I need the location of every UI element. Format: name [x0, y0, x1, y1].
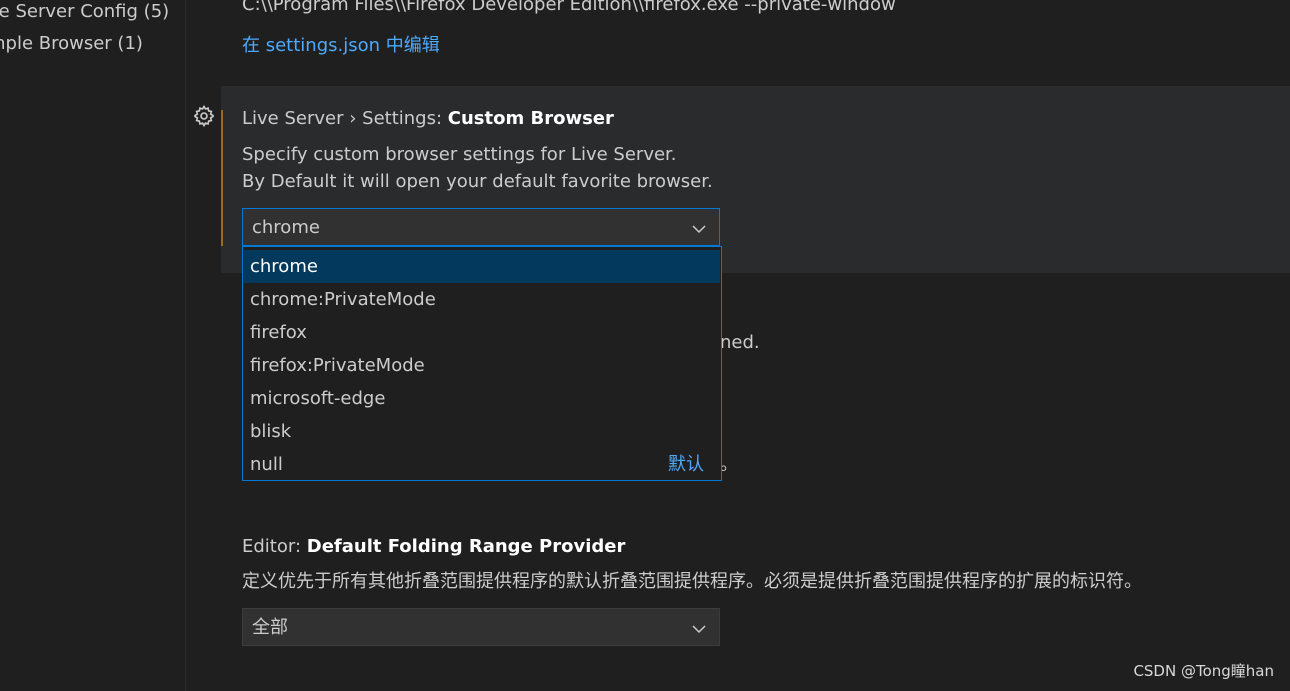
option-label: null: [250, 454, 283, 475]
select-value: 全部: [252, 617, 288, 638]
setting-category: Editor:: [242, 536, 307, 557]
modified-indicator: [221, 110, 223, 246]
option-label: blisk: [250, 421, 292, 442]
option-firefox[interactable]: firefox: [244, 316, 720, 349]
option-null[interactable]: null 默认: [244, 448, 720, 481]
folding-provider-description: 定义优先于所有其他折叠范围提供程序的默认折叠范围提供程序。必须是提供折叠范围提供…: [242, 571, 1142, 592]
settings-tree: ve Server Config (5) mple Browser (1): [0, 0, 186, 691]
option-chrome[interactable]: chrome: [244, 250, 720, 283]
previous-setting-value: C:\\Program Files\\Firefox Developer Edi…: [242, 0, 896, 15]
option-label: chrome:PrivateMode: [250, 289, 436, 310]
setting-category: Live Server › Settings:: [242, 108, 448, 129]
setting-name: Custom Browser: [447, 108, 614, 129]
hidden-description-fragment: 。: [720, 454, 738, 475]
edit-in-settings-json-link[interactable]: 在 settings.json 中编辑: [242, 34, 440, 58]
option-label: firefox:PrivateMode: [250, 355, 425, 376]
option-blisk[interactable]: blisk: [244, 415, 720, 448]
option-label: chrome: [250, 256, 318, 277]
settings-window: ve Server Config (5) mple Browser (1) C:…: [0, 0, 1290, 691]
folding-provider-title: Editor: Default Folding Range Provider: [242, 535, 625, 559]
custom-browser-description-1: Specify custom browser settings for Live…: [242, 144, 677, 165]
option-label: microsoft-edge: [250, 388, 386, 409]
gear-icon[interactable]: [192, 104, 216, 128]
option-label: firefox: [250, 322, 307, 343]
tree-item-simple-browser[interactable]: mple Browser (1): [0, 32, 143, 56]
chevron-down-icon: [691, 221, 707, 237]
settings-content: C:\\Program Files\\Firefox Developer Edi…: [186, 0, 1290, 691]
custom-browser-select[interactable]: chrome: [242, 208, 720, 246]
watermark: CSDN @Tong瞳han: [1133, 662, 1274, 680]
option-firefox-private[interactable]: firefox:PrivateMode: [244, 349, 720, 382]
setting-name: Default Folding Range Provider: [306, 536, 626, 557]
tree-item-live-server-config[interactable]: ve Server Config (5): [0, 0, 169, 24]
custom-browser-description-2: By Default it will open your default fav…: [242, 171, 713, 192]
chevron-down-icon: [691, 621, 707, 637]
select-value: chrome: [252, 217, 320, 238]
folding-provider-select[interactable]: 全部: [242, 608, 720, 646]
hidden-description-fragment: ned.: [720, 332, 760, 353]
custom-browser-title: Live Server › Settings: Custom Browser: [242, 107, 614, 131]
custom-browser-dropdown: chrome chrome:PrivateMode firefox firefo…: [242, 246, 722, 481]
default-tag: 默认: [668, 454, 704, 475]
option-microsoft-edge[interactable]: microsoft-edge: [244, 382, 720, 415]
option-chrome-private[interactable]: chrome:PrivateMode: [244, 283, 720, 316]
